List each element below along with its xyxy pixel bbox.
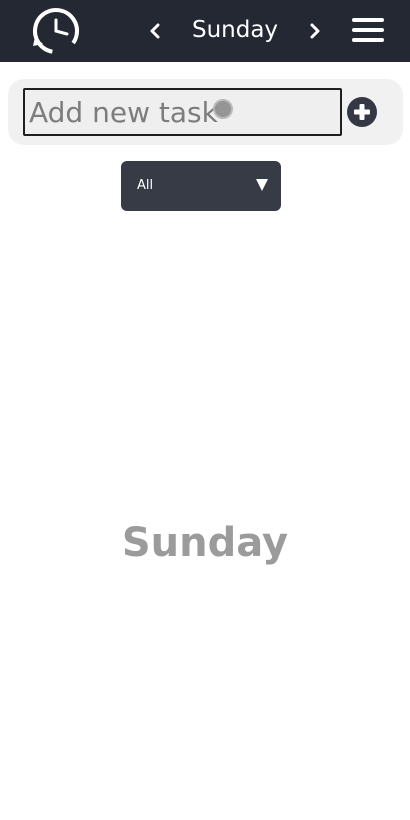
menu-bar: [352, 28, 384, 32]
empty-state-day-label: Sunday: [121, 520, 289, 566]
current-day-title: Sunday: [191, 17, 279, 43]
menu-bar: [352, 18, 384, 22]
new-task-input[interactable]: [23, 88, 342, 136]
add-task-row: [8, 79, 403, 145]
clock-sync-icon[interactable]: [29, 4, 83, 58]
task-filter-select[interactable]: All: [121, 161, 281, 211]
chevron-right-icon[interactable]: [307, 19, 323, 43]
caret-down-icon: [256, 179, 268, 191]
plus-circle-icon[interactable]: [346, 96, 378, 128]
chevron-left-icon[interactable]: [147, 19, 163, 43]
hamburger-menu-icon[interactable]: [352, 16, 384, 44]
top-bar: Sunday: [0, 0, 410, 62]
filter-selected-value: All: [137, 178, 154, 193]
pointer-cursor-indicator: [213, 99, 233, 119]
menu-bar: [352, 38, 384, 42]
